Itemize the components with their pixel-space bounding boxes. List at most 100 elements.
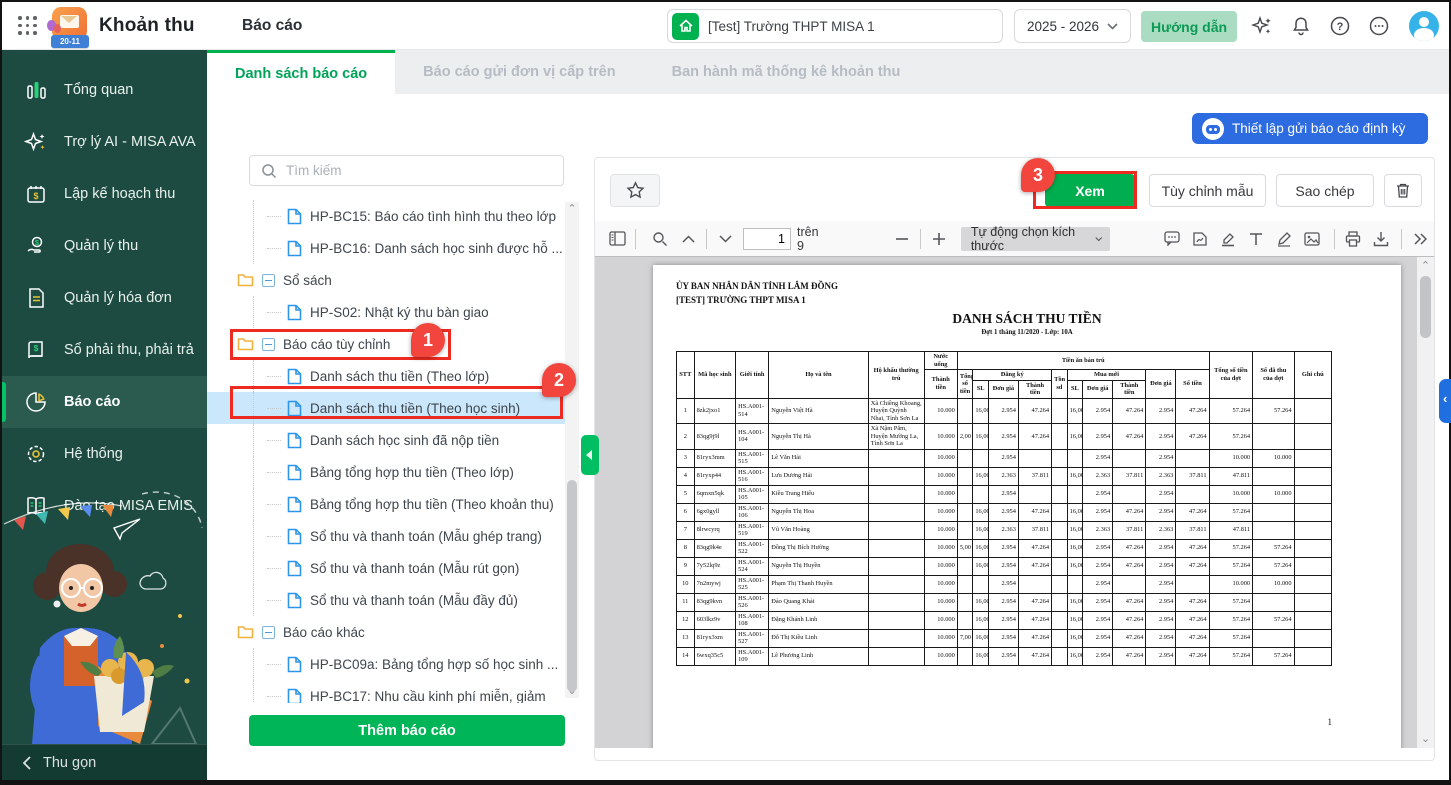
table-cell: Nguyễn Việt Hà	[769, 398, 868, 424]
school-selector[interactable]: [Test] Trường THPT MISA 1	[667, 9, 1003, 43]
zoom-mode-select[interactable]: Tự động chọn kích thước	[961, 227, 1110, 251]
tree-item-file[interactable]: Danh sách học sinh đã nộp tiền	[207, 424, 565, 456]
tree-item-folder[interactable]: Sổ sách	[207, 264, 565, 296]
table-cell	[868, 539, 924, 557]
tree-item-label: Bảng tổng hợp thu tiền (Theo lớp)	[310, 465, 514, 480]
scroll-down-icon[interactable]: ⌄	[1417, 732, 1434, 746]
toggle-sidebar-icon[interactable]	[603, 226, 631, 252]
user-avatar[interactable]	[1409, 11, 1439, 41]
page-total-label: trên 9	[797, 225, 822, 253]
tree-item-file[interactable]: HP-S02: Nhật ký thu bàn giao	[207, 296, 565, 328]
table-cell: HS.A001-516	[736, 467, 769, 485]
tree-item-file[interactable]: Danh sách thu tiền (Theo lớp)	[207, 360, 565, 392]
table-cell	[1294, 647, 1331, 665]
help-circle-icon[interactable]: ?	[1329, 15, 1351, 37]
ai-sparkle-icon[interactable]	[1251, 15, 1273, 37]
sidebar-item-dao-tao[interactable]: Đào tạo MISA EMIS	[2, 480, 207, 532]
report-list-scrollbar[interactable]: ⌃ ⌄	[565, 202, 579, 698]
report-tree: HP-BC15: Báo cáo tình hình thu theo lớpH…	[207, 200, 565, 703]
table-cell: 47.264	[1018, 503, 1051, 521]
table-cell: 47.264	[1113, 424, 1146, 450]
tree-item-file[interactable]: Danh sách thu tiền (Theo học sinh)	[207, 392, 565, 424]
report-search-box	[249, 155, 564, 186]
tree-collapse-icon[interactable]	[262, 338, 275, 351]
search-input[interactable]	[286, 163, 526, 178]
tab-danh-sach-bao-cao[interactable]: Danh sách báo cáo	[207, 50, 395, 94]
table-cell: 2.954	[988, 539, 1018, 557]
help-button[interactable]: Hướng dẫn	[1141, 11, 1237, 42]
tree-collapse-icon[interactable]	[262, 274, 275, 287]
scrollbar-thumb[interactable]	[1420, 276, 1431, 338]
tab-ban-hanh-ma-thong-ke[interactable]: Ban hành mã thống kê khoản thu	[644, 50, 929, 94]
image-tool-icon[interactable]	[1298, 226, 1326, 252]
signature-tool-icon[interactable]	[1186, 226, 1214, 252]
sidebar-item-bao-cao[interactable]: Báo cáo	[2, 376, 207, 428]
tree-item-file[interactable]: Sổ thu và thanh toán (Mẫu đầy đủ)	[207, 584, 565, 616]
favorite-button[interactable]	[610, 174, 660, 207]
tree-item-file[interactable]: Sổ thu và thanh toán (Mẫu rút gọn)	[207, 552, 565, 584]
sidebar-item-lap-ke-hoach-thu[interactable]: $ Lập kế hoạch thu	[2, 168, 207, 220]
notifications-bell-icon[interactable]	[1290, 15, 1312, 37]
panel-collapse-handle[interactable]	[581, 435, 599, 475]
tree-item-folder[interactable]: Báo cáo tùy chỉnh	[207, 328, 565, 360]
sidebar-item-tro-ly-ai[interactable]: Trợ lý AI - MISA AVA	[2, 116, 207, 168]
tree-item-file[interactable]: HP-BC15: Báo cáo tình hình thu theo lớp	[207, 200, 565, 232]
zoom-out-icon[interactable]	[888, 226, 916, 252]
scroll-up-icon[interactable]: ⌃	[1417, 259, 1434, 273]
table-cell	[868, 503, 924, 521]
table-header-cell: Tổng số tiền của đợt	[1209, 352, 1253, 399]
delete-button[interactable]	[1384, 174, 1422, 207]
view-button[interactable]: Xem	[1045, 174, 1135, 207]
add-report-button[interactable]: Thêm báo cáo	[249, 715, 565, 746]
table-cell: 57.264	[1253, 647, 1294, 665]
download-icon[interactable]	[1367, 226, 1395, 252]
tree-item-file[interactable]: Bảng tổng hợp thu tiền (Theo khoản thu)	[207, 488, 565, 520]
school-year-selector[interactable]: 2025 - 2026	[1014, 9, 1131, 43]
tree-item-folder[interactable]: Báo cáo khác	[207, 616, 565, 648]
tree-collapse-icon[interactable]	[262, 626, 275, 639]
tree-item-file[interactable]: HP-BC16: Danh sách học sinh được hỗ ...	[207, 232, 565, 264]
comment-tool-icon[interactable]	[1158, 226, 1186, 252]
draw-tool-icon[interactable]	[1270, 226, 1298, 252]
tree-item-file[interactable]: HP-BC17: Nhu cầu kinh phí miễn, giảm	[207, 680, 565, 703]
tree-item-file[interactable]: Sổ thu và thanh toán (Mẫu ghép trang)	[207, 520, 565, 552]
sidebar-item-quan-ly-thu[interactable]: $ Quản lý thu	[2, 220, 207, 272]
scroll-up-icon[interactable]: ⌃	[565, 202, 579, 216]
previous-page-icon[interactable]	[674, 226, 702, 252]
right-panel-expand-handle[interactable]	[1439, 379, 1451, 423]
sidebar-collapse-button[interactable]: Thu gọn	[2, 744, 207, 780]
highlight-tool-icon[interactable]	[1214, 226, 1242, 252]
sidebar-item-quan-ly-hoa-don[interactable]: Quản lý hóa đơn	[2, 272, 207, 324]
scroll-down-icon[interactable]: ⌄	[565, 684, 579, 698]
print-icon[interactable]	[1339, 226, 1367, 252]
file-icon	[287, 400, 302, 417]
sidebar-item-tong-quan[interactable]: Tổng quan	[2, 64, 207, 116]
next-page-icon[interactable]	[711, 226, 739, 252]
more-tools-icon[interactable]	[1406, 226, 1434, 252]
tree-item-file[interactable]: HP-BC09a: Bảng tổng hợp số học sinh ...	[207, 648, 565, 680]
more-options-icon[interactable]	[1368, 15, 1390, 37]
table-cell: 2.954	[1146, 593, 1176, 611]
app-launcher-icon[interactable]	[18, 16, 38, 36]
page-number-input[interactable]	[743, 228, 791, 250]
table-cell	[1294, 539, 1331, 557]
scrollbar-thumb[interactable]	[567, 480, 577, 692]
table-cell	[1052, 629, 1068, 647]
table-cell	[1253, 424, 1294, 450]
customize-template-button[interactable]: Tùy chỉnh mẫu	[1149, 174, 1266, 207]
sidebar-item-so-phai-thu-phai-tra[interactable]: $ Sổ phải thu, phải trả	[2, 324, 207, 376]
header-nav-report[interactable]: Báo cáo	[242, 17, 302, 35]
tab-bao-cao-gui-don-vi[interactable]: Báo cáo gửi đơn vị cấp trên	[395, 50, 643, 94]
table-cell: 14	[677, 647, 695, 665]
schedule-report-button[interactable]: Thiết lập gửi báo cáo định kỳ	[1192, 113, 1428, 144]
zoom-in-icon[interactable]	[925, 226, 953, 252]
text-tool-icon[interactable]	[1242, 226, 1270, 252]
table-cell	[1067, 449, 1083, 467]
pdf-scrollbar[interactable]: ⌃ ⌄	[1417, 257, 1434, 748]
sidebar-item-he-thong[interactable]: Hệ thống	[2, 428, 207, 480]
ledger-icon: $	[24, 338, 48, 362]
tree-item-file[interactable]: Bảng tổng hợp thu tiền (Theo lớp)	[207, 456, 565, 488]
copy-button[interactable]: Sao chép	[1276, 174, 1374, 207]
table-cell: 10.000	[924, 485, 957, 503]
pdf-search-icon[interactable]	[646, 226, 674, 252]
